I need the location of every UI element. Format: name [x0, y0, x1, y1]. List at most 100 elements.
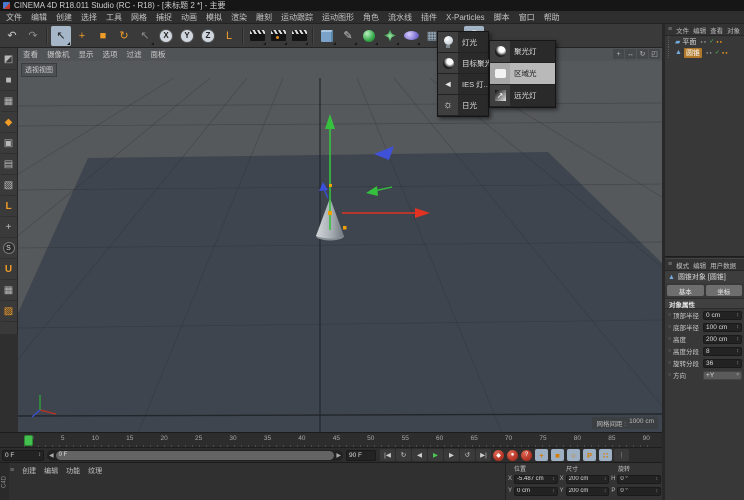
workplane-mode-button[interactable]: ◆ [1, 112, 17, 133]
model-mode-button[interactable]: ■ [1, 70, 17, 91]
menu-snap[interactable]: 捕捉 [156, 12, 172, 23]
timeline-ticks-track[interactable]: 051015202530354045505560657075808590 [24, 433, 654, 448]
coordinate-system-button[interactable]: L [219, 26, 239, 46]
menu-simulate[interactable]: 模拟 [206, 12, 222, 23]
enable-axis-button[interactable]: L [1, 196, 17, 217]
rotation-h-input[interactable]: 0 °↕ [617, 475, 661, 484]
play-backwards-button[interactable]: ↻ [396, 449, 411, 461]
stepper-icon[interactable]: ↕ [552, 476, 555, 482]
edges-mode-button[interactable]: ▤ [1, 154, 17, 175]
deformer-button[interactable] [380, 26, 400, 46]
keyframe-selection-button[interactable]: ? [521, 450, 532, 461]
rotate-tool-button[interactable]: ↻ [114, 26, 134, 46]
stepper-icon[interactable]: ↕ [736, 312, 739, 318]
frame-start-input[interactable]: 0 F↕ [2, 450, 44, 461]
stepper-icon[interactable]: ↕ [656, 476, 659, 482]
key-parameter-toggle[interactable]: P [583, 449, 596, 461]
stepper-icon[interactable]: ↕ [736, 348, 739, 354]
record-keyframe-button[interactable]: ◆ [493, 450, 504, 461]
menu-item-light[interactable]: 灯光 [438, 32, 488, 53]
scale-tool-button[interactable]: ■ [93, 26, 113, 46]
anim-dot-icon[interactable]: ○ [668, 336, 671, 342]
viewport-menu-panel[interactable]: 面板 [151, 49, 166, 60]
previous-frame-button[interactable]: ◀ [412, 449, 427, 461]
perspective-viewport[interactable]: 查看 摄像机 显示 选项 过滤 面板 + ↔ ↻ ◰ 透视视图 网格间距 : 1… [18, 48, 662, 432]
enabled-check-icon[interactable]: ✓ [709, 38, 714, 45]
points-mode-button[interactable]: ▣ [1, 133, 17, 154]
workplane-lock-button[interactable]: ▦ [1, 280, 17, 301]
menu-character[interactable]: 角色 [363, 12, 379, 23]
mat-menu-create[interactable]: 创建 [22, 466, 36, 476]
size-y-input[interactable]: 200 cm↕ [566, 487, 610, 496]
mat-menu-texture[interactable]: 纹理 [88, 466, 102, 476]
object-name[interactable]: 平面 [682, 37, 696, 47]
menu-plugins[interactable]: 插件 [421, 12, 437, 23]
hamburger-icon[interactable]: ≡ [668, 261, 672, 268]
visibility-dots-icon[interactable]: ●● [706, 50, 713, 55]
undo-button[interactable]: ↶ [2, 26, 22, 46]
menu-select[interactable]: 选择 [81, 12, 97, 23]
move-tool-button[interactable]: + [72, 26, 92, 46]
attr-menu-edit[interactable]: 编辑 [693, 260, 706, 270]
timeline-ruler[interactable]: 051015202530354045505560657075808590 [0, 432, 662, 447]
maximize-view-icon[interactable]: ◰ [649, 49, 660, 59]
key-scale-toggle[interactable]: ■ [551, 449, 564, 461]
visibility-dots-icon[interactable]: ●● [700, 39, 707, 44]
last-tool-button[interactable]: ↖ [135, 26, 155, 46]
menu-motion-tracker[interactable]: 运动跟踪 [281, 12, 313, 23]
object-name[interactable]: 圆锥 [684, 48, 702, 58]
menu-window[interactable]: 窗口 [519, 12, 535, 23]
viewport-menu-filter[interactable]: 过滤 [127, 49, 142, 60]
frame-end-input[interactable]: 90 F [346, 450, 376, 461]
next-frame-button[interactable]: ▶ [444, 449, 459, 461]
anim-dot-icon[interactable]: ○ [668, 372, 671, 378]
om-menu-file[interactable]: 文件 [676, 25, 689, 35]
menu-item-ies-light[interactable]: ◄ IES 灯.. [438, 74, 488, 95]
stepper-icon[interactable]: ↕ [552, 488, 555, 494]
height-segments-input[interactable]: 8↕ [703, 347, 742, 356]
render-view-button[interactable] [247, 26, 267, 46]
loop-mode-button[interactable]: ↺ [460, 449, 475, 461]
lock-z-axis-button[interactable]: Z [198, 26, 218, 46]
menu-item-area-light[interactable]: 区域光 [490, 63, 555, 85]
dock-handle[interactable]: C4D [0, 463, 9, 500]
rotation-segments-input[interactable]: 36↕ [703, 359, 742, 368]
anim-dot-icon[interactable]: ○ [668, 312, 671, 318]
key-pla-toggle[interactable]: ∷ [599, 449, 612, 461]
key-position-toggle[interactable]: + [535, 449, 548, 461]
render-region-button[interactable] [268, 26, 288, 46]
lock-y-axis-button[interactable]: Y [177, 26, 197, 46]
texture-mode-button[interactable]: ▦ [1, 91, 17, 112]
anim-dot-icon[interactable]: ○ [668, 348, 671, 354]
stepper-icon[interactable]: ↕ [604, 488, 607, 494]
menu-pipeline[interactable]: 流水线 [388, 12, 412, 23]
menu-animate[interactable]: 动画 [181, 12, 197, 23]
stepper-icon[interactable]: ↕ [38, 452, 41, 458]
hamburger-icon[interactable]: ≡ [668, 26, 672, 33]
scroll-right-icon[interactable]: ▶ [336, 452, 341, 459]
redo-button[interactable]: ↷ [23, 26, 43, 46]
anim-dot-icon[interactable]: ○ [668, 360, 671, 366]
menu-render[interactable]: 渲染 [231, 12, 247, 23]
menu-tools[interactable]: 工具 [106, 12, 122, 23]
key-rotation-toggle[interactable]: ○ [567, 449, 580, 461]
menu-file[interactable]: 文件 [6, 12, 22, 23]
height-input[interactable]: 200 cm↕ [703, 335, 742, 344]
menu-script[interactable]: 脚本 [494, 12, 510, 23]
environment-button[interactable] [401, 26, 421, 46]
rotation-p-input[interactable]: 0 °↕ [617, 487, 661, 496]
attr-menu-mode[interactable]: 模式 [676, 260, 689, 270]
viewport-menu-view[interactable]: 查看 [23, 49, 38, 60]
viewport-menu-options[interactable]: 选项 [103, 49, 118, 60]
spline-pen-button[interactable]: ✎ [338, 26, 358, 46]
live-selection-button[interactable]: ↖ [51, 26, 71, 46]
menu-edit[interactable]: 编辑 [31, 12, 47, 23]
goto-start-button[interactable]: |◀ [380, 449, 395, 461]
om-menu-objects[interactable]: 对象 [727, 25, 740, 35]
anim-dot-icon[interactable]: ○ [668, 324, 671, 330]
hamburger-icon[interactable]: ≡ [10, 467, 14, 474]
autokey-button[interactable]: ● [507, 450, 518, 461]
magnet-tool-button[interactable]: U [1, 259, 17, 280]
om-menu-view[interactable]: 查看 [710, 25, 723, 35]
stepper-icon[interactable]: ↕ [604, 476, 607, 482]
